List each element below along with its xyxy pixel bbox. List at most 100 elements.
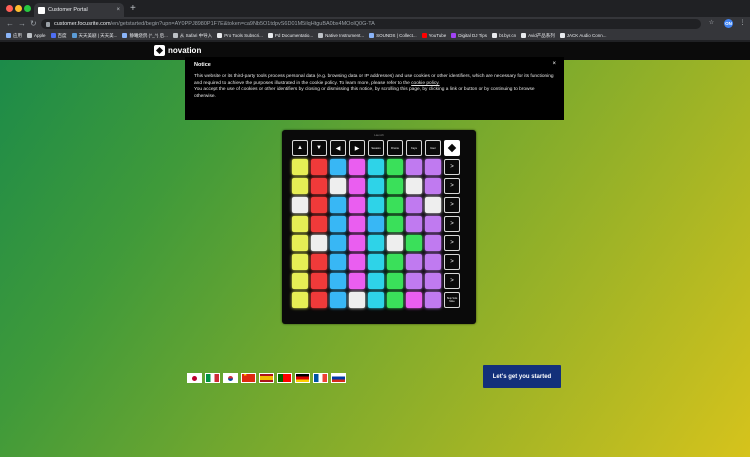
launchpad-pad [349, 273, 365, 289]
flag-de-icon[interactable] [295, 373, 310, 383]
launchpad-pad [330, 292, 346, 308]
launchpad-pad [311, 216, 327, 232]
launchpad-pad [330, 216, 346, 232]
bookmark-item[interactable]: 从 Safari 中导入 [172, 33, 212, 39]
flag-jp-icon[interactable] [187, 373, 202, 383]
bookmark-label: bt.byr.cn [499, 33, 517, 38]
launchpad-side-button: > [444, 216, 460, 232]
bookmark-star-icon[interactable]: ☆ [707, 19, 716, 28]
launchpad-pad [425, 254, 441, 270]
launchpad-top-button: Keys [406, 140, 422, 156]
bookmark-item[interactable]: 百度 [50, 33, 67, 39]
launchpad-side-button: > [444, 273, 460, 289]
bookmark-item[interactable]: Digital DJ Tips [451, 33, 487, 38]
back-button[interactable]: ← [6, 19, 14, 29]
forward-button[interactable]: → [18, 19, 26, 29]
flag-fr-icon[interactable] [313, 373, 328, 383]
bookmark-favicon-icon [50, 33, 56, 38]
browser-tab[interactable]: Customer Portal × [34, 3, 124, 17]
minimize-window-button[interactable] [15, 5, 22, 12]
launchpad-side-button: > [444, 159, 460, 175]
bookmark-item[interactable]: 应用 [6, 33, 22, 39]
reload-button[interactable]: ↻ [30, 19, 37, 29]
bookmark-item[interactable]: Pd Documentatio... [267, 33, 313, 38]
launchpad-side-button: > [444, 235, 460, 251]
launchpad-pad [349, 178, 365, 194]
launchpad-pad [387, 292, 403, 308]
close-notice-icon[interactable]: × [552, 61, 556, 67]
launchpad-pad [330, 235, 346, 251]
new-tab-button[interactable]: + [130, 3, 136, 14]
bookmark-item[interactable]: 静曦烧鸽 (^_^) 后... [122, 32, 168, 39]
bookmark-favicon-icon [267, 33, 273, 38]
launchpad-side-button: > [444, 197, 460, 213]
get-started-button[interactable]: Let's get you started [483, 365, 561, 388]
flag-ru-icon[interactable] [331, 373, 346, 383]
bookmark-favicon-icon [318, 33, 324, 38]
flag-it-icon[interactable] [205, 373, 220, 383]
launchpad-top-button: ◀ [330, 140, 346, 156]
notice-paragraph-1: This website or its third-party tools pr… [194, 74, 554, 86]
launchpad-pad [292, 197, 308, 213]
bookmark-label: Apple [34, 33, 46, 38]
launchpad-pad [330, 273, 346, 289]
url-path: /en/getstarted/begin?upn=AY0PPJ8980P1F7E… [110, 21, 375, 27]
bookmark-item[interactable]: Native Instrument... [318, 33, 364, 38]
bookmark-item[interactable]: 天天美剧 | 天天美... [71, 33, 117, 39]
launchpad-pad [387, 254, 403, 270]
extension-icon[interactable]: ON [724, 19, 733, 28]
launchpad-pad [311, 178, 327, 194]
close-window-button[interactable] [6, 5, 13, 12]
tab-close-icon[interactable]: × [116, 7, 120, 13]
flag-kr-icon[interactable] [223, 373, 238, 383]
launchpad-grid: ▲ ▼ ◀ ▶ Session Drums Keys User > > > > > > > Stop Solo… [292, 140, 460, 308]
flag-pt-icon[interactable] [277, 373, 292, 383]
bookmark-favicon-icon [217, 33, 223, 38]
flag-es-icon[interactable] [259, 373, 274, 383]
launchpad-pad [349, 292, 365, 308]
maximize-window-button[interactable] [24, 5, 31, 12]
launchpad-pad [368, 197, 384, 213]
launchpad-pad [387, 197, 403, 213]
launchpad-pad [349, 159, 365, 175]
bookmark-item[interactable]: Avid产品系列 [521, 33, 555, 39]
launchpad-pad [406, 178, 422, 194]
launchpad-side-button: > [444, 178, 460, 194]
cookie-notice: × Notice This website or its third-party… [185, 57, 564, 120]
bookmark-item[interactable]: JACK Audio Conn... [559, 33, 607, 38]
bookmark-favicon-icon [521, 33, 527, 38]
bookmark-item[interactable]: YouTube [421, 33, 446, 38]
novation-button-icon [444, 140, 460, 156]
launchpad-pad [406, 159, 422, 175]
launchpad-pad [387, 216, 403, 232]
browser-menu-icon[interactable]: ⋮ [738, 19, 747, 28]
bookmark-label: 静曦烧鸽 (^_^) 后... [129, 32, 168, 38]
launchpad-pad [292, 178, 308, 194]
bookmark-item[interactable]: bt.byr.cn [492, 33, 516, 38]
bookmark-label: Pro Tools Subscri... [224, 33, 263, 38]
flag-cn-icon[interactable] [241, 373, 256, 383]
launchpad-pad [292, 254, 308, 270]
launchpad-pad [349, 197, 365, 213]
notice-paragraph-2: You accept the use of cookies or other i… [194, 87, 535, 99]
url-input[interactable]: customer.focusrite.com/en/getstarted/beg… [41, 19, 701, 29]
bookmark-favicon-icon [369, 33, 375, 38]
bookmark-favicon-icon [27, 33, 32, 38]
launchpad-pad [425, 273, 441, 289]
bookmark-item[interactable]: SOUNDS | Collect... [369, 33, 417, 38]
novation-logo[interactable]: novation [154, 45, 201, 56]
bookmark-item[interactable]: Apple [27, 33, 46, 38]
launchpad-pad [425, 235, 441, 251]
lock-icon [46, 21, 50, 27]
launchpad-top-button: ▶ [349, 140, 365, 156]
bookmark-favicon-icon [451, 33, 457, 38]
launchpad-pad [368, 273, 384, 289]
launchpad-pad [425, 159, 441, 175]
bookmark-item[interactable]: Pro Tools Subscri... [217, 33, 263, 38]
launchpad-pad [406, 235, 422, 251]
bookmarks-bar: 应用 Apple 百度 天天美剧 | 天天美... 静曦烧鸽 (^_^) 后... 从 S… [0, 31, 750, 41]
notice-body: This website or its third-party tools pr… [194, 74, 555, 100]
cookie-policy-link[interactable]: cookie policy. [411, 81, 439, 86]
launchpad-top-button: Drums [387, 140, 403, 156]
bookmark-label: Digital DJ Tips [458, 33, 488, 38]
